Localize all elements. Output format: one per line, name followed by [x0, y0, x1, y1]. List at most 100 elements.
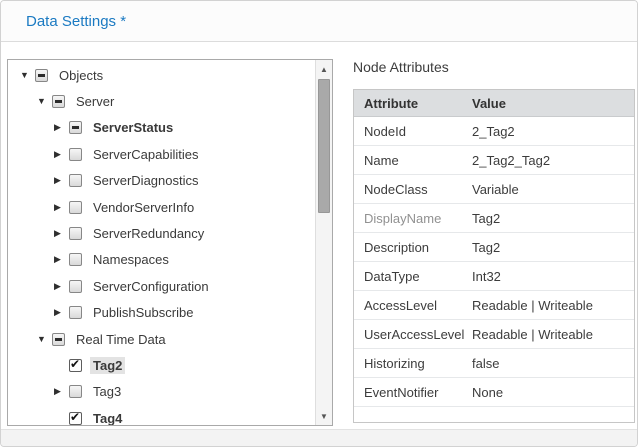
scroll-up-button[interactable]: ▲ — [316, 61, 332, 77]
expander-icon[interactable]: ▼ — [20, 71, 35, 80]
tree-item-label: ServerRedundancy — [90, 225, 207, 242]
tree-item[interactable]: ▶ PublishSubscribe — [8, 300, 315, 326]
object-tree-panel: ▼ Objects ▼ Server ▶ ServerStatus ▶ Serv… — [7, 59, 333, 426]
tree-item-label: Tag3 — [90, 383, 124, 400]
tree-item[interactable]: ▶ ServerCapabilities — [8, 141, 315, 167]
expander-icon[interactable]: ▶ — [54, 176, 69, 185]
table-row[interactable]: Name 2_Tag2_Tag2 — [354, 146, 634, 175]
tree-item[interactable]: ▶ Namespaces — [8, 247, 315, 273]
tree-item-label: Tag4 — [90, 410, 125, 425]
attribute-cell: Description — [354, 240, 472, 255]
data-settings-dialog: Data Settings * ▼ Objects ▼ Server ▶ Ser… — [0, 0, 638, 447]
tree-checkbox[interactable] — [69, 385, 82, 398]
dialog-footer — [1, 429, 637, 446]
tree-item[interactable]: ▶ VendorServerInfo — [8, 194, 315, 220]
tree-item[interactable]: ▶ Tag3 — [8, 379, 315, 405]
tree-scrollbar[interactable]: ▲ ▼ — [315, 60, 332, 425]
tree-checkbox[interactable] — [69, 280, 82, 293]
tree-item-label: ServerDiagnostics — [90, 172, 202, 189]
expander-icon[interactable]: ▼ — [37, 335, 52, 344]
table-row[interactable]: Description Tag2 — [354, 233, 634, 262]
tree-checkbox[interactable] — [69, 121, 82, 134]
attribute-cell: Historizing — [354, 356, 472, 371]
tree-item[interactable]: ▼ Server — [8, 88, 315, 114]
tree-item[interactable]: ▶ ServerConfiguration — [8, 273, 315, 299]
expander-icon[interactable]: ▶ — [54, 387, 69, 396]
expander-icon[interactable]: ▶ — [54, 123, 69, 132]
tree-item-label: VendorServerInfo — [90, 199, 197, 216]
expander-icon[interactable]: ▼ — [37, 97, 52, 106]
tree-item[interactable]: Tag2 — [8, 352, 315, 378]
tree-item-label: PublishSubscribe — [90, 304, 196, 321]
table-row[interactable]: NodeId 2_Tag2 — [354, 117, 634, 146]
expander-icon[interactable]: ▶ — [54, 229, 69, 238]
value-cell: 2_Tag2_Tag2 — [472, 153, 634, 168]
value-cell: Int32 — [472, 269, 634, 284]
value-cell: Readable | Writeable — [472, 327, 634, 342]
tree-item[interactable]: ▶ ServerRedundancy — [8, 220, 315, 246]
column-header-attribute: Attribute — [354, 96, 472, 111]
value-cell: None — [472, 385, 634, 400]
table-row[interactable]: Historizing false — [354, 349, 634, 378]
attribute-cell: Name — [354, 153, 472, 168]
tree-item-label: ServerConfiguration — [90, 278, 212, 295]
value-cell: Variable — [472, 182, 634, 197]
table-row[interactable]: DisplayName Tag2 — [354, 204, 634, 233]
expander-icon[interactable]: ▶ — [54, 150, 69, 159]
tree-item[interactable]: ▼ Objects — [8, 62, 315, 88]
tree-item-label: Namespaces — [90, 251, 172, 268]
table-row[interactable]: NodeClass Variable — [354, 175, 634, 204]
attribute-cell: AccessLevel — [354, 298, 472, 313]
dialog-titlebar: Data Settings * — [1, 1, 637, 42]
scroll-down-button[interactable]: ▼ — [316, 408, 332, 424]
tree-item-label: Tag2 — [90, 357, 125, 374]
dialog-title: Data Settings * — [26, 13, 126, 30]
tree-checkbox[interactable] — [69, 148, 82, 161]
table-body: NodeId 2_Tag2 Name 2_Tag2_Tag2 NodeClass… — [354, 117, 634, 407]
scroll-up-icon: ▲ — [320, 65, 328, 74]
value-cell: 2_Tag2 — [472, 124, 634, 139]
expander-icon[interactable]: ▶ — [54, 308, 69, 317]
value-cell: false — [472, 356, 634, 371]
attribute-cell: UserAccessLevel — [354, 327, 472, 342]
table-row[interactable]: AccessLevel Readable | Writeable — [354, 291, 634, 320]
tree-item-label: ServerCapabilities — [90, 146, 202, 163]
tree-item[interactable]: ▼ Real Time Data — [8, 326, 315, 352]
table-header-row: Attribute Value — [354, 90, 634, 117]
tree-item-label: Real Time Data — [73, 331, 169, 348]
table-row[interactable]: EventNotifier None — [354, 378, 634, 407]
tree-item[interactable]: Tag4 — [8, 405, 315, 425]
tree-checkbox[interactable] — [69, 174, 82, 187]
tree-checkbox[interactable] — [52, 95, 65, 108]
value-cell: Readable | Writeable — [472, 298, 634, 313]
scrollbar-thumb[interactable] — [318, 79, 330, 213]
tree-checkbox[interactable] — [35, 69, 48, 82]
tree-checkbox[interactable] — [52, 333, 65, 346]
value-cell: Tag2 — [472, 211, 634, 226]
expander-icon[interactable]: ▶ — [54, 203, 69, 212]
tree-checkbox[interactable] — [69, 253, 82, 266]
tree-checkbox[interactable] — [69, 359, 82, 372]
table-row[interactable]: UserAccessLevel Readable | Writeable — [354, 320, 634, 349]
tree-item[interactable]: ▶ ServerDiagnostics — [8, 168, 315, 194]
object-tree: ▼ Objects ▼ Server ▶ ServerStatus ▶ Serv… — [8, 60, 315, 425]
attribute-cell: EventNotifier — [354, 385, 472, 400]
scroll-down-icon: ▼ — [320, 412, 328, 421]
tree-item[interactable]: ▶ ServerStatus — [8, 115, 315, 141]
node-attributes-title: Node Attributes — [353, 59, 449, 75]
node-attributes-table: Attribute Value NodeId 2_Tag2 Name 2_Tag… — [353, 89, 635, 423]
attribute-cell: NodeClass — [354, 182, 472, 197]
column-header-value: Value — [472, 96, 634, 111]
tree-checkbox[interactable] — [69, 201, 82, 214]
tree-item-label: Server — [73, 93, 117, 110]
attribute-cell: DisplayName — [354, 211, 472, 226]
expander-icon[interactable]: ▶ — [54, 282, 69, 291]
tree-checkbox[interactable] — [69, 412, 82, 425]
tree-checkbox[interactable] — [69, 227, 82, 240]
tree-checkbox[interactable] — [69, 306, 82, 319]
table-row[interactable]: DataType Int32 — [354, 262, 634, 291]
attribute-cell: DataType — [354, 269, 472, 284]
expander-icon[interactable]: ▶ — [54, 255, 69, 264]
value-cell: Tag2 — [472, 240, 634, 255]
tree-item-label: ServerStatus — [90, 119, 176, 136]
